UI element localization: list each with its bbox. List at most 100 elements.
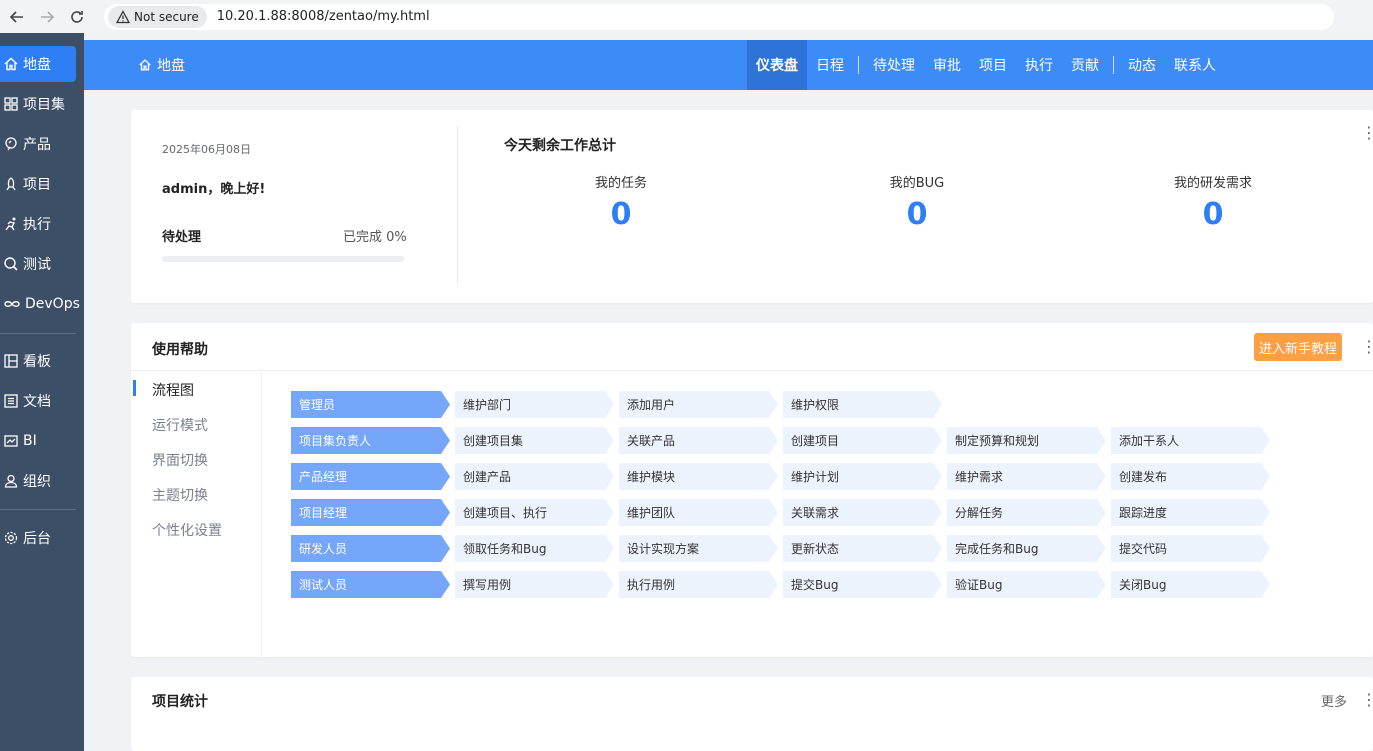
help-nav-personalize[interactable]: 个性化设置 bbox=[152, 520, 222, 540]
tab-pending[interactable]: 待处理 bbox=[864, 40, 924, 90]
sidebar: 地盘 项目集 产品 项目 执行 测试 DevOps 看板 文档 BI 组织 后台 bbox=[0, 33, 84, 751]
tab-contacts[interactable]: 联系人 bbox=[1165, 40, 1225, 90]
tab-activity[interactable]: 动态 bbox=[1119, 40, 1165, 90]
reload-button[interactable] bbox=[64, 4, 90, 30]
progress-bar bbox=[162, 256, 404, 262]
sidebar-item-label: 后台 bbox=[23, 531, 51, 547]
more-options-icon[interactable]: ⋮ bbox=[1361, 339, 1373, 355]
flow-step[interactable]: 维护团队 bbox=[619, 499, 778, 526]
flow-step[interactable]: 验证Bug bbox=[947, 571, 1106, 598]
project-icon bbox=[6, 177, 16, 191]
flow-step[interactable]: 跟踪进度 bbox=[1111, 499, 1270, 526]
flow-step[interactable]: 关联需求 bbox=[783, 499, 942, 526]
flow-step[interactable]: 维护权限 bbox=[783, 391, 942, 418]
flow-step[interactable]: 创建项目、执行 bbox=[455, 499, 614, 526]
flow-step[interactable]: 领取任务和Bug bbox=[455, 535, 614, 562]
flow-step[interactable]: 关联产品 bbox=[619, 427, 778, 454]
help-nav-ui-switch[interactable]: 界面切换 bbox=[152, 450, 208, 470]
flow-step[interactable]: 制定预算和规划 bbox=[947, 427, 1106, 454]
sidebar-item-product[interactable]: 产品 bbox=[0, 126, 76, 162]
arrow-left-icon bbox=[9, 10, 23, 23]
more-link[interactable]: 更多 bbox=[1321, 691, 1347, 710]
flow-step[interactable]: 维护模块 bbox=[619, 463, 778, 490]
tutorial-button[interactable]: 进入新手教程 bbox=[1254, 333, 1343, 361]
stat-label: 我的BUG bbox=[889, 176, 945, 191]
help-nav-theme[interactable]: 主题切换 bbox=[152, 485, 208, 505]
tab-dashboard[interactable]: 仪表盘 bbox=[747, 40, 807, 90]
warning-icon bbox=[116, 9, 130, 23]
home-icon bbox=[139, 59, 151, 71]
flow-step[interactable]: 维护计划 bbox=[783, 463, 942, 490]
tab-project[interactable]: 项目 bbox=[970, 40, 1016, 90]
sidebar-item-execution[interactable]: 执行 bbox=[0, 206, 76, 242]
flow-step[interactable]: 提交Bug bbox=[783, 571, 942, 598]
flow-step[interactable]: 提交代码 bbox=[1111, 535, 1270, 562]
flow-step[interactable]: 执行用例 bbox=[619, 571, 778, 598]
flow-step[interactable]: 维护需求 bbox=[947, 463, 1106, 490]
flow-step[interactable]: 关闭Bug bbox=[1111, 571, 1270, 598]
sidebar-item-label: 项目集 bbox=[23, 97, 65, 113]
sidebar-item-program[interactable]: 项目集 bbox=[0, 86, 76, 122]
sidebar-item-label: 组织 bbox=[23, 474, 51, 490]
stat-value[interactable]: 0 bbox=[1093, 197, 1333, 232]
address-bar[interactable]: Not secure 10.20.1.88:8008/zentao/my.htm… bbox=[104, 3, 1334, 30]
completion-text: 已完成 0% bbox=[343, 230, 407, 245]
flow-step[interactable]: 维护部门 bbox=[455, 391, 614, 418]
browser-toolbar: Not secure 10.20.1.88:8008/zentao/my.htm… bbox=[0, 0, 1373, 33]
help-nav-mode[interactable]: 运行模式 bbox=[152, 415, 208, 435]
stat-label: 我的研发需求 bbox=[1173, 176, 1252, 191]
welcome-card: 2025年06月08日 admin，晚上好! 待处理 已完成 0% 今天剩余工作… bbox=[131, 110, 1373, 303]
flow-row-admin: 管理员 维护部门 添加用户 维护权限 bbox=[291, 391, 947, 418]
header-title: 地盘 bbox=[138, 40, 185, 90]
flow-step[interactable]: 创建产品 bbox=[455, 463, 614, 490]
more-options-icon[interactable]: ⋮ bbox=[1361, 692, 1373, 708]
stat-value[interactable]: 0 bbox=[797, 197, 1037, 232]
product-icon bbox=[5, 137, 17, 151]
stat-my-stories[interactable]: 我的研发需求 0 bbox=[1093, 172, 1333, 232]
sidebar-item-label: 看板 bbox=[23, 354, 51, 370]
sidebar-item-test[interactable]: 测试 bbox=[0, 246, 76, 282]
flow-row-product-manager: 产品经理 创建产品 维护模块 维护计划 维护需求 创建发布 bbox=[291, 463, 1275, 490]
sidebar-item-kanban[interactable]: 看板 bbox=[0, 343, 76, 379]
sidebar-item-admin[interactable]: 后台 bbox=[0, 520, 76, 556]
flow-step[interactable]: 添加干系人 bbox=[1111, 427, 1270, 454]
help-card: 使用帮助 进入新手教程 ⋮ 流程图 运行模式 界面切换 主题切换 个性化设置 管… bbox=[131, 323, 1373, 657]
flow-step[interactable]: 创建发布 bbox=[1111, 463, 1270, 490]
flow-step[interactable]: 添加用户 bbox=[619, 391, 778, 418]
help-nav-flowchart[interactable]: 流程图 bbox=[152, 380, 194, 400]
stat-my-tasks[interactable]: 我的任务 0 bbox=[501, 172, 741, 232]
stat-value[interactable]: 0 bbox=[501, 197, 741, 232]
flow-role: 测试人员 bbox=[291, 571, 450, 598]
back-button[interactable] bbox=[4, 4, 30, 30]
nav-separator bbox=[1113, 56, 1114, 74]
test-icon bbox=[4, 257, 18, 271]
gear-icon bbox=[4, 531, 18, 545]
flow-step[interactable]: 创建项目集 bbox=[455, 427, 614, 454]
tab-execution[interactable]: 执行 bbox=[1016, 40, 1062, 90]
more-options-icon[interactable]: ⋮ bbox=[1361, 125, 1373, 141]
flow-step[interactable]: 更新状态 bbox=[783, 535, 942, 562]
sidebar-item-label: 文档 bbox=[23, 394, 51, 410]
active-indicator bbox=[133, 380, 136, 396]
flow-step[interactable]: 完成任务和Bug bbox=[947, 535, 1106, 562]
stat-my-bugs[interactable]: 我的BUG 0 bbox=[797, 172, 1037, 232]
tab-approval[interactable]: 审批 bbox=[924, 40, 970, 90]
tab-calendar[interactable]: 日程 bbox=[807, 40, 853, 90]
tab-contribution[interactable]: 贡献 bbox=[1062, 40, 1108, 90]
flow-step[interactable]: 设计实现方案 bbox=[619, 535, 778, 562]
nav-separator bbox=[858, 56, 859, 74]
sidebar-item-org[interactable]: 组织 bbox=[0, 463, 76, 499]
sidebar-item-bi[interactable]: BI bbox=[0, 423, 76, 459]
sidebar-item-doc[interactable]: 文档 bbox=[0, 383, 76, 419]
forward-button[interactable] bbox=[34, 4, 60, 30]
security-indicator[interactable]: Not secure bbox=[108, 5, 207, 28]
header-nav: 仪表盘 日程 待处理 审批 项目 执行 贡献 动态 联系人 bbox=[747, 40, 1225, 90]
sidebar-item-devops[interactable]: DevOps bbox=[0, 286, 80, 322]
flow-step[interactable]: 创建项目 bbox=[783, 427, 942, 454]
pending-label: 待处理 bbox=[162, 230, 202, 245]
flow-step[interactable]: 分解任务 bbox=[947, 499, 1106, 526]
sidebar-item-project[interactable]: 项目 bbox=[0, 166, 76, 202]
sidebar-item-dashboard[interactable]: 地盘 bbox=[0, 46, 76, 82]
sidebar-item-label: 地盘 bbox=[23, 57, 51, 73]
flow-step[interactable]: 撰写用例 bbox=[455, 571, 614, 598]
